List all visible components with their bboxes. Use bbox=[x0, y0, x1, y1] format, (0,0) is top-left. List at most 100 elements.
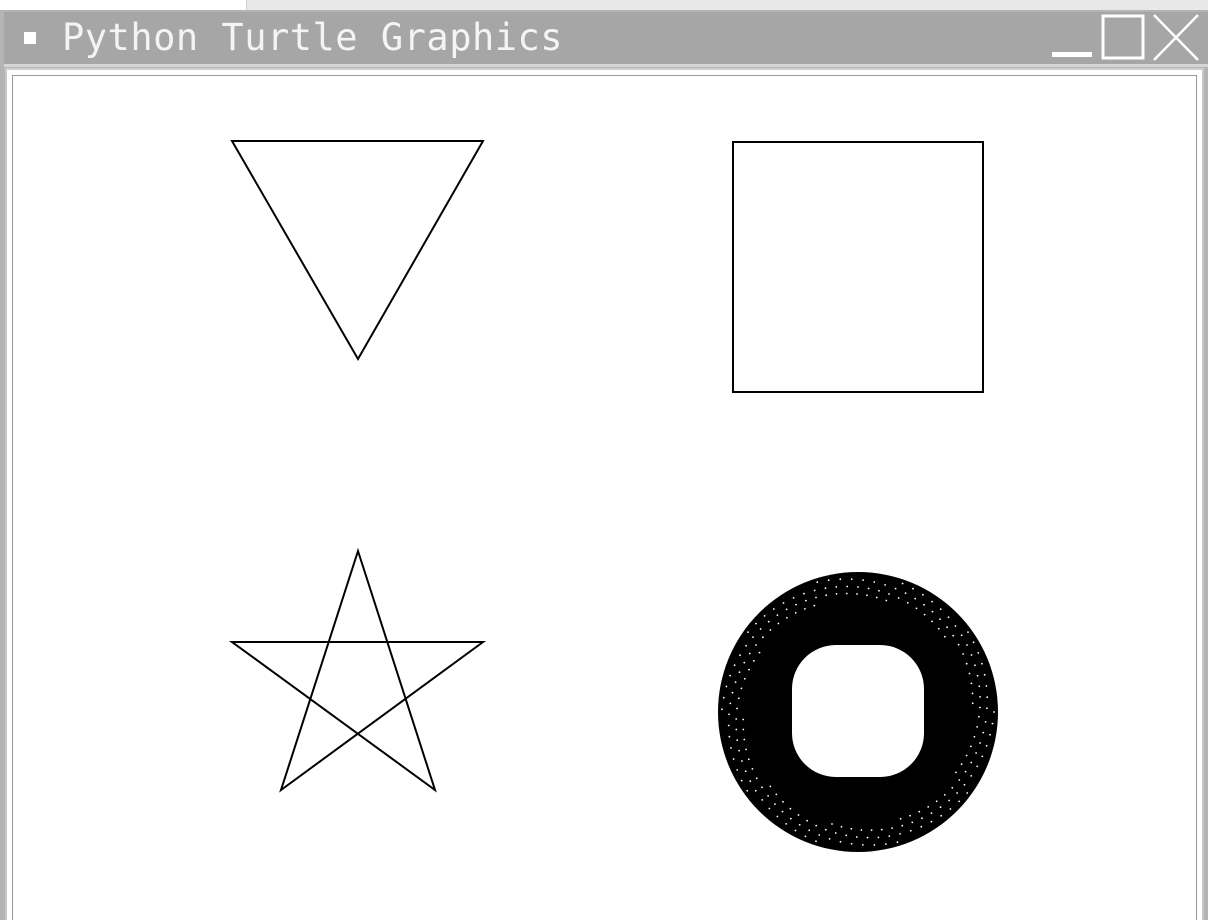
donut-speckle bbox=[736, 739, 739, 741]
donut-speckle bbox=[970, 775, 973, 777]
donut-speckle bbox=[748, 668, 750, 671]
donut-speckle bbox=[878, 589, 880, 592]
donut-speckle bbox=[920, 825, 923, 828]
window-controls bbox=[1048, 12, 1208, 64]
donut-speckle bbox=[776, 614, 779, 616]
donut-speckle bbox=[831, 823, 833, 825]
donut-speckle bbox=[866, 836, 869, 839]
donut-speckle bbox=[894, 587, 897, 590]
donut-speckle bbox=[985, 744, 988, 747]
donut-speckle bbox=[885, 599, 888, 602]
donut-speckle bbox=[981, 662, 983, 665]
donut-speckle bbox=[939, 618, 941, 620]
donut-speckle bbox=[873, 844, 876, 846]
donut-speckle bbox=[930, 812, 933, 814]
window-menu-icon[interactable] bbox=[24, 32, 36, 44]
donut-speckle bbox=[815, 596, 817, 599]
minimize-icon bbox=[1052, 52, 1092, 57]
donut-speckle bbox=[794, 612, 797, 614]
donut-speckle bbox=[912, 587, 914, 590]
donut-speckle bbox=[923, 613, 926, 616]
donut-speckle bbox=[815, 824, 818, 827]
donut-speckle bbox=[798, 823, 801, 826]
donut-speckle bbox=[743, 677, 746, 680]
donut-speckle bbox=[972, 641, 975, 644]
donut-speckle bbox=[952, 634, 955, 637]
donut-speckle bbox=[963, 783, 966, 786]
donut-speckle bbox=[947, 616, 950, 619]
donut-speckle bbox=[977, 652, 980, 654]
donut-speckle bbox=[862, 579, 864, 581]
donut-speckle bbox=[940, 814, 943, 817]
screen: Python Turtle Graphics bbox=[0, 0, 1208, 920]
donut-speckle bbox=[909, 829, 912, 832]
donut-speckle bbox=[906, 601, 909, 604]
donut-speckle bbox=[965, 662, 968, 665]
donut-speckle bbox=[970, 682, 973, 685]
donut-speckle bbox=[921, 817, 923, 820]
donut-speckle bbox=[762, 636, 764, 639]
donut-speckle bbox=[991, 722, 994, 725]
donut-speckle bbox=[730, 747, 732, 749]
donut-speckle bbox=[974, 664, 976, 667]
donut-speckle bbox=[911, 821, 914, 824]
donut-speckle bbox=[794, 829, 797, 832]
donut-speckle bbox=[731, 691, 734, 694]
donut-speckle bbox=[891, 827, 893, 829]
donut-speckle bbox=[758, 651, 761, 654]
donut-speckle bbox=[763, 615, 766, 617]
donut-shape bbox=[718, 572, 998, 852]
donut-speckle bbox=[785, 608, 788, 611]
donut-speckle bbox=[951, 786, 954, 789]
donut-speckle bbox=[792, 597, 795, 599]
donut-speckle bbox=[986, 707, 988, 710]
donut-speckle bbox=[735, 718, 738, 720]
donut-speckle bbox=[805, 599, 807, 602]
donut-speckle bbox=[939, 608, 942, 610]
donut-speckle bbox=[931, 610, 934, 613]
donut-speckle bbox=[755, 622, 757, 625]
donut-speckle bbox=[781, 810, 784, 813]
background-tab[interactable] bbox=[0, 0, 247, 10]
donut-speckle bbox=[761, 799, 764, 801]
donut-speckle bbox=[965, 754, 968, 757]
donut-speckle bbox=[984, 721, 987, 723]
donut-speckle bbox=[888, 593, 890, 595]
donut-speckle bbox=[742, 728, 745, 731]
donut-speckle bbox=[931, 620, 933, 623]
donut-speckle bbox=[983, 673, 986, 676]
donut-speckle bbox=[888, 835, 891, 837]
donut-speckle bbox=[840, 825, 843, 828]
window-title: Python Turtle Graphics bbox=[62, 16, 564, 59]
donut-speckle bbox=[978, 685, 981, 688]
donut-speckle bbox=[901, 824, 904, 827]
donut-speckle bbox=[845, 834, 848, 837]
donut-speckle bbox=[909, 814, 911, 817]
donut-speckle bbox=[899, 817, 902, 820]
maximize-button[interactable] bbox=[1098, 12, 1148, 64]
donut-speckle bbox=[982, 731, 985, 734]
donut-speckle bbox=[789, 817, 792, 820]
donut-speckle bbox=[782, 602, 785, 604]
window-titlebar[interactable]: Python Turtle Graphics bbox=[4, 12, 1208, 67]
donut-speckle bbox=[776, 815, 779, 818]
donut-speckle bbox=[727, 724, 730, 727]
minimize-button[interactable] bbox=[1048, 12, 1098, 64]
donut-speckle bbox=[846, 585, 849, 588]
donut-speckle bbox=[944, 635, 946, 638]
donut-speckle bbox=[885, 843, 887, 845]
donut-speckle bbox=[860, 829, 863, 831]
donut-speckle bbox=[738, 671, 741, 674]
turtle-canvas[interactable] bbox=[12, 75, 1197, 920]
donut-speckle bbox=[804, 835, 807, 838]
donut-speckle bbox=[752, 636, 754, 638]
donut-speckle bbox=[816, 581, 819, 584]
donut-speckle bbox=[964, 770, 967, 773]
donut-speckle bbox=[745, 748, 747, 751]
donut-speckle bbox=[835, 586, 838, 588]
donut-speckle bbox=[786, 616, 788, 619]
donut-speckle bbox=[935, 800, 938, 803]
donut-speckle bbox=[795, 603, 797, 606]
close-button[interactable] bbox=[1150, 12, 1202, 64]
donut-speckle bbox=[767, 795, 769, 797]
